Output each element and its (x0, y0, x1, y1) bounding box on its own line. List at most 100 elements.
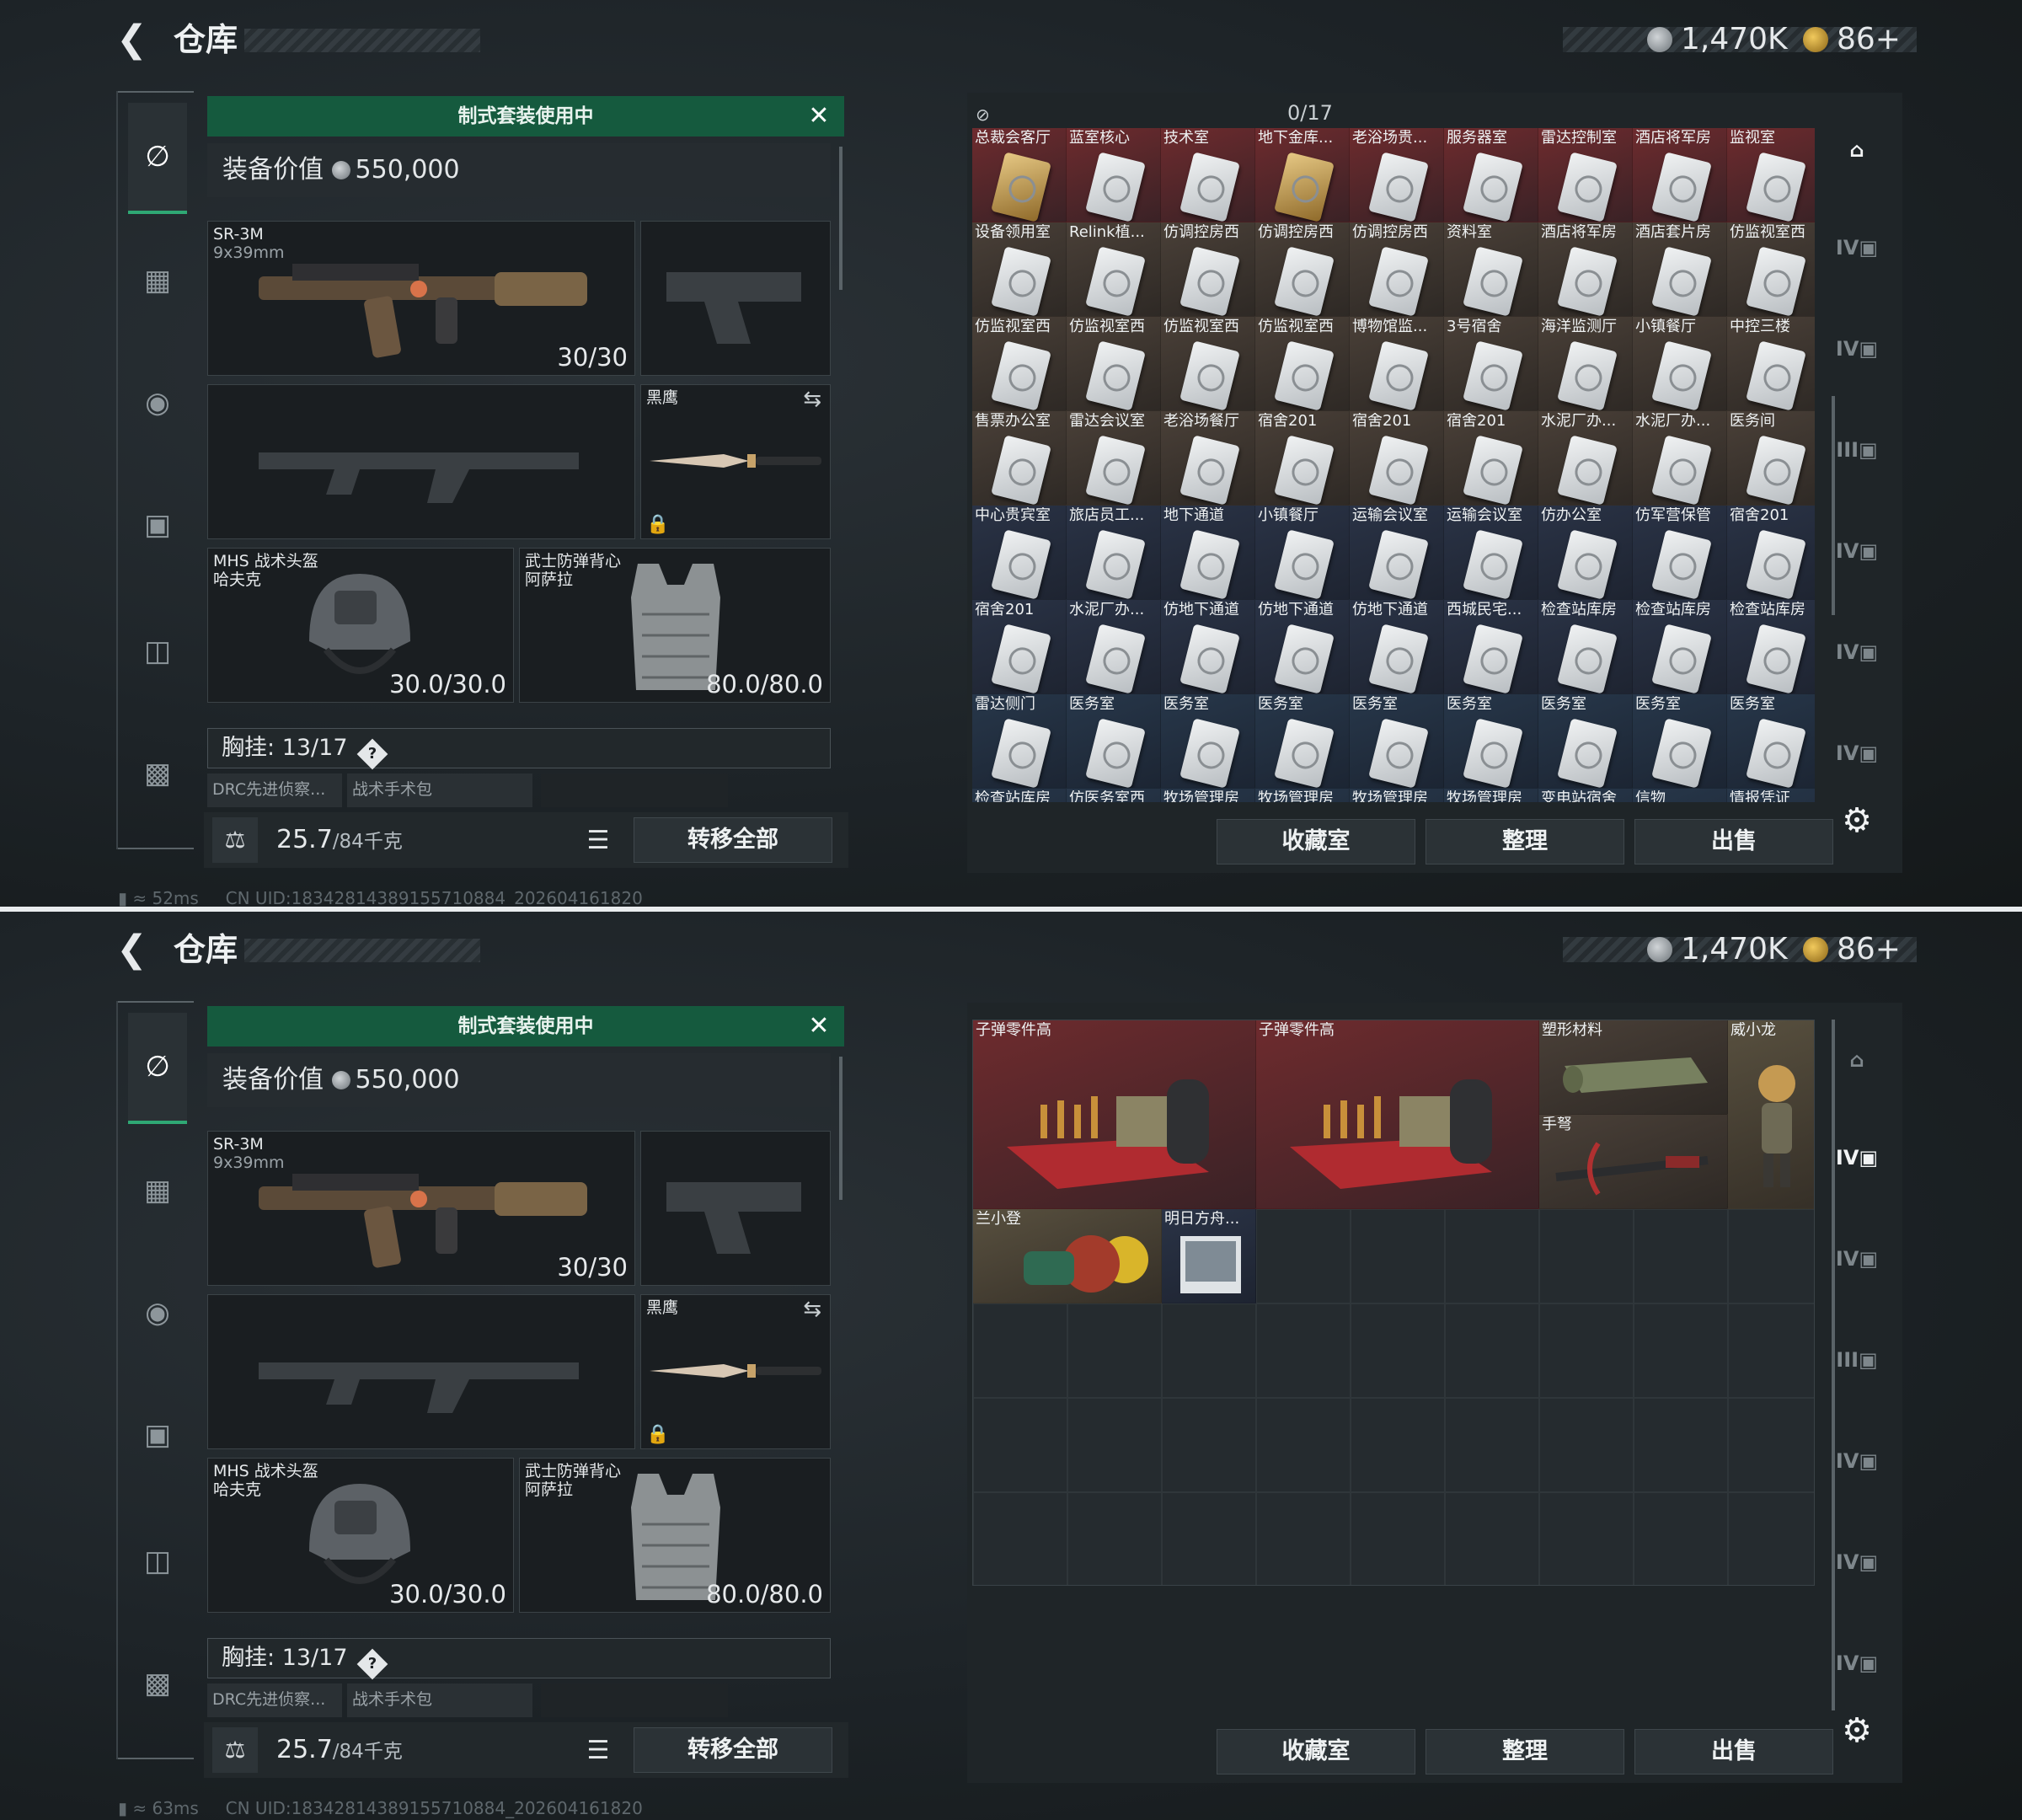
move-all-button[interactable]: 转移全部 (634, 1727, 832, 1773)
storage-page-IV-icon[interactable]: IV▣ (1828, 219, 1886, 276)
collection-room-button[interactable]: 收藏室 (1217, 1729, 1415, 1774)
keycard-cell[interactable]: 酒店将军房 (1538, 222, 1633, 317)
keycard-cell[interactable]: 医务室 (1067, 694, 1161, 789)
keycard-cell[interactable]: 蓝室核心 (1067, 128, 1161, 222)
storage-page-IV-icon[interactable]: IV▣ (1828, 725, 1886, 782)
keycard-cell[interactable]: 医务室 (1538, 694, 1633, 789)
briefcase-tab-icon[interactable]: ▩ (128, 744, 187, 803)
chest-rig-tab-icon[interactable]: ▦ (128, 1161, 187, 1220)
keycard-cell[interactable]: 检查站库房 (1727, 600, 1815, 694)
storage-item[interactable]: 塑形材料 (1539, 1020, 1728, 1115)
keycard-cell[interactable]: 宿舍201 (1350, 411, 1444, 506)
storage-page-IV-icon[interactable]: IV▣ (1828, 1129, 1886, 1186)
help-icon[interactable]: ? (356, 738, 388, 770)
organize-button[interactable]: 整理 (1426, 819, 1624, 864)
empty-grid-cell[interactable] (1351, 1398, 1445, 1492)
back-arrow-icon[interactable]: ❮ (116, 19, 158, 61)
empty-grid-cell[interactable] (1351, 1303, 1445, 1398)
storage-page-IV-icon[interactable]: IV▣ (1828, 624, 1886, 681)
keycard-cell[interactable]: 牧场管理房 (1350, 789, 1444, 802)
empty-grid-cell[interactable] (1162, 1303, 1256, 1398)
melee-slot[interactable]: 黑鹰 ⇆ 🔒 (640, 384, 831, 539)
chest-rig-row[interactable]: 胸挂: 13/17? (207, 728, 831, 770)
storage-item[interactable]: 威小龙 (1728, 1020, 1814, 1209)
keycard-cell[interactable]: 检查站库房 (1633, 600, 1727, 694)
keycard-cell[interactable]: 酒店套片房 (1633, 222, 1727, 317)
empty-grid-cell[interactable] (1728, 1492, 1814, 1585)
empty-grid-cell[interactable] (1351, 1492, 1445, 1585)
keycard-cell[interactable]: Relink植... (1067, 222, 1161, 317)
storage-page-IV-icon[interactable]: IV▣ (1828, 1230, 1886, 1287)
keycard-cell[interactable]: 变电站宿舍 (1538, 789, 1633, 802)
sell-button[interactable]: 出售 (1634, 1729, 1833, 1774)
armor-tab-icon[interactable]: ◉ (128, 1283, 187, 1342)
list-icon[interactable]: ☰ (581, 824, 615, 858)
swap-icon[interactable]: ⇆ (803, 1297, 821, 1322)
loadout-scrollbar[interactable] (839, 1057, 842, 1200)
keycard-cell[interactable]: 地下通道 (1161, 506, 1255, 600)
keycard-cell[interactable]: 3号宿舍 (1444, 317, 1538, 411)
secondary-weapon-slot[interactable] (207, 1294, 635, 1449)
keycard-cell[interactable]: 小镇餐厅 (1633, 317, 1727, 411)
storage-page-III-icon[interactable]: III▣ (1828, 1331, 1886, 1389)
pouch-empty[interactable] (541, 1684, 728, 1717)
keycard-cell[interactable]: 宿舍201 (1255, 411, 1350, 506)
storage-item[interactable]: 子弹零件高 (1256, 1020, 1539, 1209)
keycard-cell[interactable]: 资料室 (1444, 222, 1538, 317)
gold-currency[interactable]: 86+ (1803, 930, 1901, 969)
pistol-slot[interactable] (640, 221, 831, 376)
pouch-item[interactable]: 战术手术包 (347, 1684, 532, 1717)
empty-grid-cell[interactable] (1445, 1303, 1539, 1398)
sell-button[interactable]: 出售 (1634, 819, 1833, 864)
chest-rig-row[interactable]: 胸挂: 13/17? (207, 1638, 831, 1680)
backpack-tab-icon[interactable]: ▣ (128, 1405, 187, 1464)
empty-grid-cell[interactable] (1539, 1492, 1634, 1585)
close-icon[interactable]: ✕ (802, 96, 836, 136)
empty-grid-cell[interactable] (1728, 1209, 1814, 1303)
keycard-cell[interactable]: 总裁会客厅 (972, 128, 1067, 222)
keycard-cell[interactable]: 设备领用室 (972, 222, 1067, 317)
empty-grid-cell[interactable] (1539, 1303, 1634, 1398)
keycard-cell[interactable]: 仿监视室西 (972, 317, 1067, 411)
keycard-cell[interactable]: 仿监视室西 (1255, 317, 1350, 411)
keycard-cell[interactable]: 仿地下通道 (1255, 600, 1350, 694)
list-icon[interactable]: ☰ (581, 1734, 615, 1768)
keycard-cell[interactable]: 仿调控房西 (1161, 222, 1255, 317)
keycard-cell[interactable]: 中控三楼 (1727, 317, 1815, 411)
backpack-tab-icon[interactable]: ▣ (128, 495, 187, 554)
secondary-weapon-slot[interactable] (207, 384, 635, 539)
keycard-cell[interactable]: 老浴场贵... (1350, 128, 1444, 222)
empty-grid-cell[interactable] (1162, 1398, 1256, 1492)
swap-icon[interactable]: ⇆ (803, 387, 821, 412)
keycard-cell[interactable]: 仿医务室西 (1067, 789, 1161, 802)
empty-grid-cell[interactable] (1634, 1398, 1728, 1492)
keycard-cell[interactable]: 仿地下通道 (1161, 600, 1255, 694)
pouch-empty[interactable] (541, 774, 728, 807)
keycard-cell[interactable]: 医务室 (1350, 694, 1444, 789)
storage-page-IV-icon[interactable]: IV▣ (1828, 320, 1886, 377)
empty-grid-cell[interactable] (1256, 1492, 1351, 1585)
keycard-cell[interactable]: 医务室 (1255, 694, 1350, 789)
keycard-cell[interactable]: 雷达控制室 (1538, 128, 1633, 222)
pouch-item[interactable]: 战术手术包 (347, 774, 532, 807)
empty-grid-cell[interactable] (1445, 1398, 1539, 1492)
keycard-cell[interactable]: 水泥厂办... (1067, 600, 1161, 694)
keycard-cell[interactable]: 检查站库房 (972, 789, 1067, 802)
keycard-cell[interactable]: 信物 (1633, 789, 1727, 802)
keycard-cell[interactable]: 宿舍201 (1444, 411, 1538, 506)
empty-grid-cell[interactable] (1634, 1492, 1728, 1585)
keycard-cell[interactable]: 雷达侧门 (972, 694, 1067, 789)
storage-page-IV-icon[interactable]: IV▣ (1828, 522, 1886, 580)
empty-grid-cell[interactable] (973, 1492, 1067, 1585)
storage-item[interactable]: 明日方舟... (1162, 1209, 1256, 1303)
empty-grid-cell[interactable] (1256, 1209, 1351, 1303)
keycard-cell[interactable]: 售票办公室 (972, 411, 1067, 506)
keycard-cell[interactable]: 牧场管理房 (1161, 789, 1255, 802)
keycard-cell[interactable]: 医务室 (1727, 694, 1815, 789)
loadout-scrollbar[interactable] (839, 147, 842, 290)
keycard-cell[interactable]: 医务室 (1633, 694, 1727, 789)
keycard-cell[interactable]: 仿监视室西 (1067, 317, 1161, 411)
weapons-tab-icon[interactable]: ∅ (128, 103, 187, 214)
armor-tab-icon[interactable]: ◉ (128, 373, 187, 432)
empty-grid-cell[interactable] (1634, 1303, 1728, 1398)
